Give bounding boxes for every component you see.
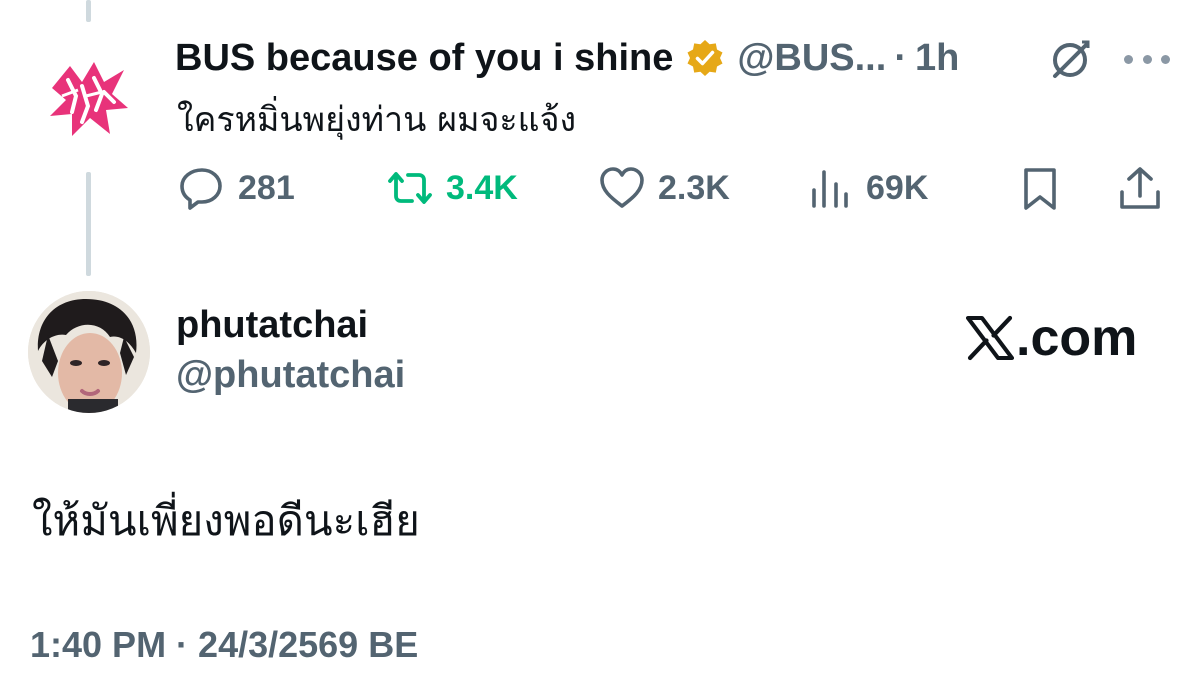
- retweet-count: 3.4K: [446, 168, 518, 207]
- tweet-actions: 281 3.4K 2.3K 69K: [0, 160, 1200, 216]
- quoted-handle[interactable]: @BUS...: [737, 37, 886, 80]
- reply-handle[interactable]: @phutatchai: [176, 354, 405, 397]
- x-logo-icon: [966, 315, 1014, 361]
- reply-display-name[interactable]: phutatchai: [176, 304, 368, 347]
- x-brand: .com: [966, 308, 1137, 368]
- retweet-icon: [388, 172, 432, 204]
- quoted-tweet-text: ใครหมิ่นพยุ่งท่าน ผมจะแจ้ง: [177, 100, 577, 140]
- tweet-timestamp[interactable]: 1:40 PM · 24/3/2569 BE: [30, 624, 418, 666]
- verified-badge-icon: [685, 38, 725, 78]
- grok-icon[interactable]: [1046, 36, 1094, 84]
- quoted-tweet-header: BUS because of you i shine @BUS... · 1h: [175, 30, 959, 86]
- views-icon: [812, 170, 848, 208]
- reply-icon: [180, 168, 222, 210]
- quoted-time[interactable]: 1h: [915, 37, 959, 80]
- share-button[interactable]: [1116, 160, 1164, 216]
- thread-line-top: [86, 0, 91, 22]
- heart-icon: [600, 167, 644, 208]
- more-icon[interactable]: [1124, 44, 1170, 74]
- avatar[interactable]: [28, 291, 150, 413]
- separator-dot: ·: [894, 36, 907, 79]
- share-icon: [1120, 167, 1160, 209]
- quoted-display-name[interactable]: BUS because of you i shine: [175, 37, 673, 80]
- account-logo[interactable]: [42, 52, 134, 144]
- bookmark-button[interactable]: [1016, 160, 1064, 216]
- reply-button[interactable]: 281: [178, 160, 295, 216]
- retweet-button[interactable]: 3.4K: [386, 160, 518, 216]
- reply-tweet-text: ให้มันเพี่ยงพอดีนะเฮีย: [32, 496, 420, 545]
- views-count: 69K: [866, 168, 929, 207]
- brand-domain: .com: [1016, 309, 1138, 367]
- bookmark-icon: [1024, 168, 1056, 210]
- reply-count: 281: [238, 168, 295, 207]
- views-button[interactable]: 69K: [806, 160, 928, 216]
- like-count: 2.3K: [658, 168, 730, 207]
- like-button[interactable]: 2.3K: [598, 160, 730, 216]
